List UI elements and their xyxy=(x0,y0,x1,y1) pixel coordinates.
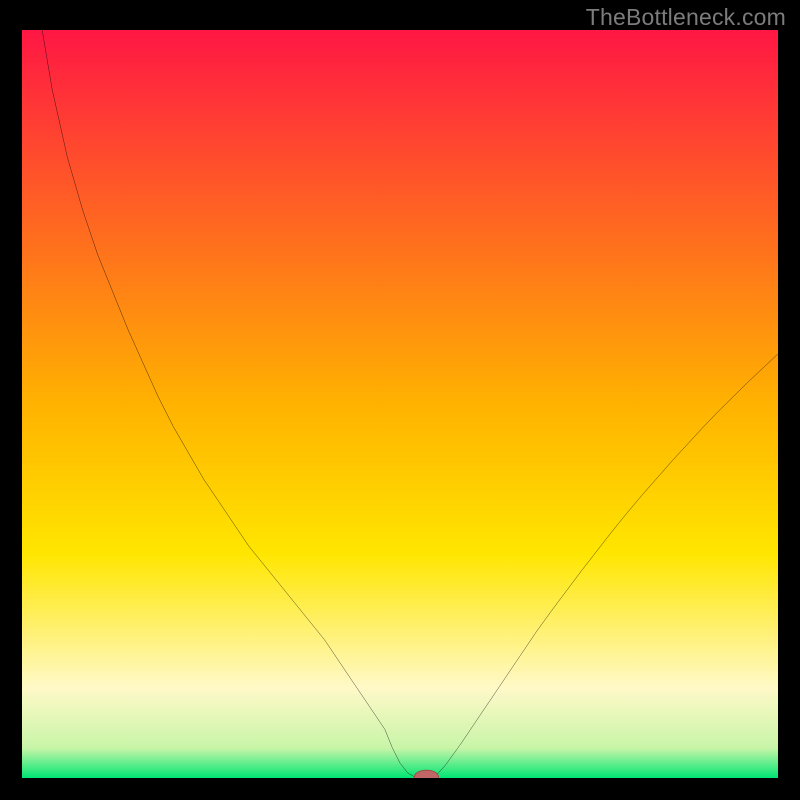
gradient-bg xyxy=(22,30,778,778)
watermark-text: TheBottleneck.com xyxy=(586,4,786,31)
chart-frame: TheBottleneck.com xyxy=(0,0,800,800)
chart-svg xyxy=(22,30,778,778)
plot-area xyxy=(22,30,778,778)
